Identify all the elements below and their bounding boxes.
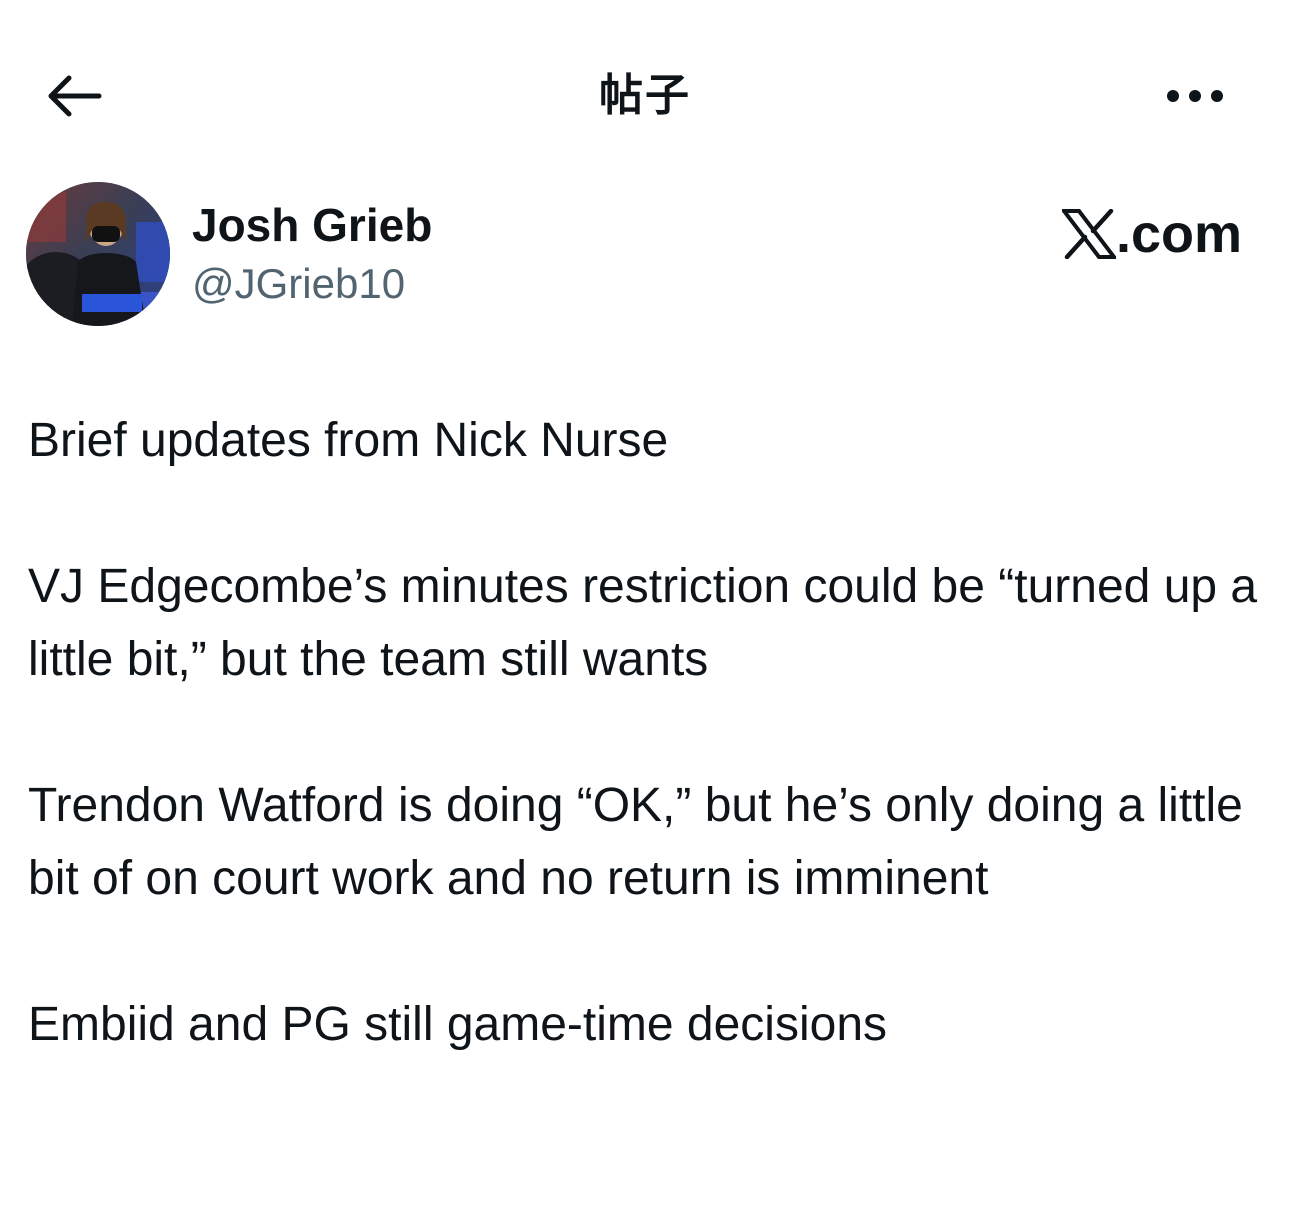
page-title: 帖子 — [599, 71, 691, 120]
back-button[interactable] — [40, 68, 106, 124]
avatar-photo — [26, 182, 170, 326]
arrow-left-icon — [48, 75, 102, 117]
x-logo-icon — [1061, 209, 1116, 259]
post-paragraph: VJ Edgecombe’s minutes restriction could… — [28, 560, 1258, 686]
post-paragraph: Embiid and PG still game-time decisions — [28, 998, 888, 1051]
author-name[interactable]: Josh Grieb — [192, 198, 432, 252]
author-handle[interactable]: @JGrieb10 — [192, 258, 405, 310]
source-badge: .com — [1061, 204, 1242, 264]
post-paragraph: Brief updates from Nick Nurse — [28, 414, 669, 467]
author-header: Josh Grieb @JGrieb10 .com — [26, 182, 1266, 328]
more-options-button[interactable] — [1158, 76, 1232, 116]
post-text: Brief updates from Nick Nurse VJ Edgecom… — [28, 404, 1268, 1061]
source-domain: .com — [1115, 204, 1242, 264]
top-bar: 帖子 — [0, 0, 1290, 190]
more-horizontal-icon — [1167, 90, 1223, 102]
avatar[interactable] — [26, 182, 170, 326]
post-paragraph: Trendon Watford is doing “OK,” but he’s … — [28, 779, 1243, 905]
